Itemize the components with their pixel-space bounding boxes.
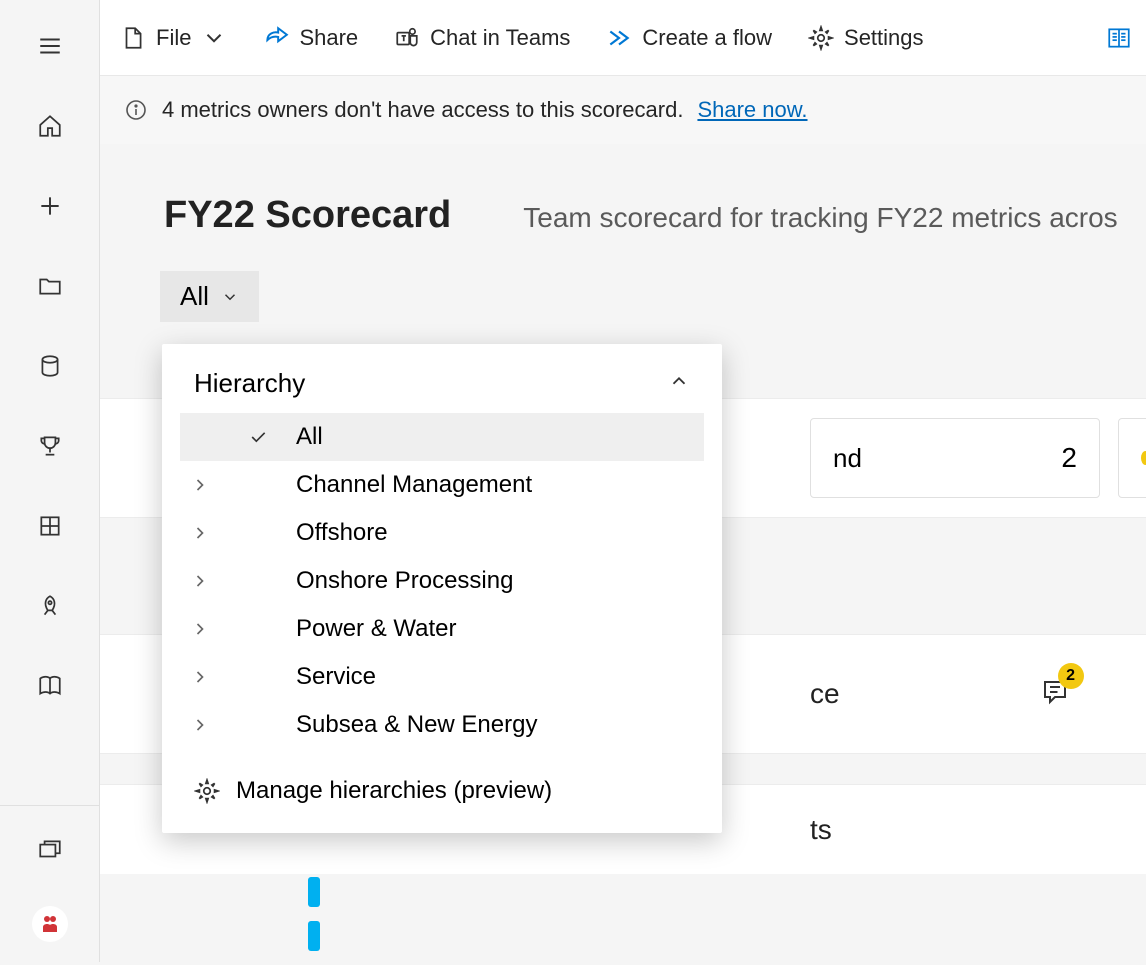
reading-icon bbox=[1106, 25, 1132, 51]
share-icon bbox=[263, 25, 289, 51]
file-menu[interactable]: File bbox=[114, 19, 233, 57]
manage-hierarchies-button[interactable]: Manage hierarchies (preview) bbox=[180, 757, 704, 819]
hierarchy-item-label: Subsea & New Energy bbox=[296, 711, 537, 739]
home-icon[interactable] bbox=[26, 102, 74, 150]
expand-toggle[interactable] bbox=[180, 523, 220, 543]
slides-icon[interactable] bbox=[26, 826, 74, 874]
expand-toggle[interactable] bbox=[180, 475, 220, 495]
expand-toggle[interactable] bbox=[180, 571, 220, 591]
hierarchy-item-service[interactable]: Service bbox=[180, 653, 704, 701]
rocket-icon[interactable] bbox=[26, 582, 74, 630]
chat-teams-button[interactable]: Chat in Teams bbox=[388, 19, 576, 57]
hierarchy-item-label: Service bbox=[296, 663, 376, 691]
hierarchy-filter-chip[interactable]: All bbox=[160, 271, 259, 322]
hierarchy-item-onshore-processing[interactable]: Onshore Processing bbox=[180, 557, 704, 605]
row-fragment: ts bbox=[810, 814, 832, 846]
left-nav-rail bbox=[0, 0, 100, 962]
timeline-tick-icon bbox=[308, 877, 320, 907]
hierarchy-item-subsea-new-energy[interactable]: Subsea & New Energy bbox=[180, 701, 704, 749]
card-count: 2 bbox=[1061, 442, 1077, 474]
folder-icon[interactable] bbox=[26, 262, 74, 310]
card-fragment: nd bbox=[833, 443, 862, 474]
chevron-right-icon bbox=[190, 715, 210, 735]
hierarchy-item-label: Channel Management bbox=[296, 471, 532, 499]
content-area: FY22 Scorecard Team scorecard for tracki… bbox=[100, 144, 1146, 962]
settings-button[interactable]: Settings bbox=[802, 19, 930, 57]
expand-toggle[interactable] bbox=[180, 715, 220, 735]
top-toolbar: File Share Chat in Teams Create a flow S… bbox=[100, 0, 1146, 76]
hierarchy-item-label: Onshore Processing bbox=[296, 567, 513, 595]
status-dot-icon bbox=[1141, 451, 1146, 465]
teams-icon bbox=[394, 25, 420, 51]
hierarchy-item-label: All bbox=[296, 423, 323, 451]
collapse-button[interactable] bbox=[668, 368, 690, 399]
file-icon bbox=[120, 25, 146, 51]
hierarchy-popover: Hierarchy All Channel Management bbox=[162, 344, 722, 833]
timeline-tick-icon bbox=[308, 921, 320, 951]
timeline-marks bbox=[308, 877, 320, 965]
flow-label: Create a flow bbox=[642, 25, 772, 51]
chevron-down-icon bbox=[221, 288, 239, 306]
comment-count-badge: 2 bbox=[1058, 663, 1084, 689]
file-label: File bbox=[156, 25, 191, 51]
hamburger-icon[interactable] bbox=[26, 22, 74, 70]
grid-icon[interactable] bbox=[26, 502, 74, 550]
share-label: Share bbox=[299, 25, 358, 51]
chevron-right-icon bbox=[190, 667, 210, 687]
comment-button[interactable]: 2 bbox=[1040, 677, 1070, 712]
flow-icon bbox=[606, 25, 632, 51]
main-area: File Share Chat in Teams Create a flow S… bbox=[100, 0, 1146, 962]
check-icon bbox=[238, 427, 278, 447]
chevron-right-icon bbox=[190, 523, 210, 543]
chat-label: Chat in Teams bbox=[430, 25, 570, 51]
notice-text: 4 metrics owners don't have access to th… bbox=[162, 97, 683, 123]
row-fragment: ce bbox=[810, 678, 840, 710]
info-icon bbox=[124, 98, 148, 122]
share-now-link[interactable]: Share now. bbox=[697, 97, 807, 123]
chevron-right-icon bbox=[190, 475, 210, 495]
hierarchy-item-power-water[interactable]: Power & Water bbox=[180, 605, 704, 653]
chevron-up-icon bbox=[668, 370, 690, 392]
plus-icon[interactable] bbox=[26, 182, 74, 230]
avatar[interactable] bbox=[32, 906, 68, 942]
database-icon[interactable] bbox=[26, 342, 74, 390]
hierarchy-item-label: Offshore bbox=[296, 519, 388, 547]
gear-icon bbox=[194, 778, 220, 804]
hierarchy-item-channel-management[interactable]: Channel Management bbox=[180, 461, 704, 509]
page-subtitle: Team scorecard for tracking FY22 metrics… bbox=[523, 202, 1117, 234]
notice-bar: 4 metrics owners don't have access to th… bbox=[100, 76, 1146, 144]
hierarchy-item-offshore[interactable]: Offshore bbox=[180, 509, 704, 557]
reading-view-button[interactable] bbox=[1100, 19, 1132, 57]
create-flow-button[interactable]: Create a flow bbox=[600, 19, 778, 57]
trophy-icon[interactable] bbox=[26, 422, 74, 470]
chevron-down-icon bbox=[201, 25, 227, 51]
share-button[interactable]: Share bbox=[257, 19, 364, 57]
manage-hierarchies-label: Manage hierarchies (preview) bbox=[236, 777, 552, 805]
page-title: FY22 Scorecard bbox=[164, 194, 451, 237]
book-icon[interactable] bbox=[26, 662, 74, 710]
status-card[interactable]: nd 2 bbox=[810, 418, 1100, 498]
filter-label: All bbox=[180, 281, 209, 312]
hierarchy-item-label: Power & Water bbox=[296, 615, 457, 643]
chevron-right-icon bbox=[190, 571, 210, 591]
expand-toggle[interactable] bbox=[180, 667, 220, 687]
chevron-right-icon bbox=[190, 619, 210, 639]
status-card-at-risk[interactable]: At ri bbox=[1118, 418, 1146, 498]
gear-icon bbox=[808, 25, 834, 51]
hierarchy-item-all[interactable]: All bbox=[180, 413, 704, 461]
expand-toggle[interactable] bbox=[180, 619, 220, 639]
settings-label: Settings bbox=[844, 25, 924, 51]
popover-title: Hierarchy bbox=[194, 368, 305, 399]
